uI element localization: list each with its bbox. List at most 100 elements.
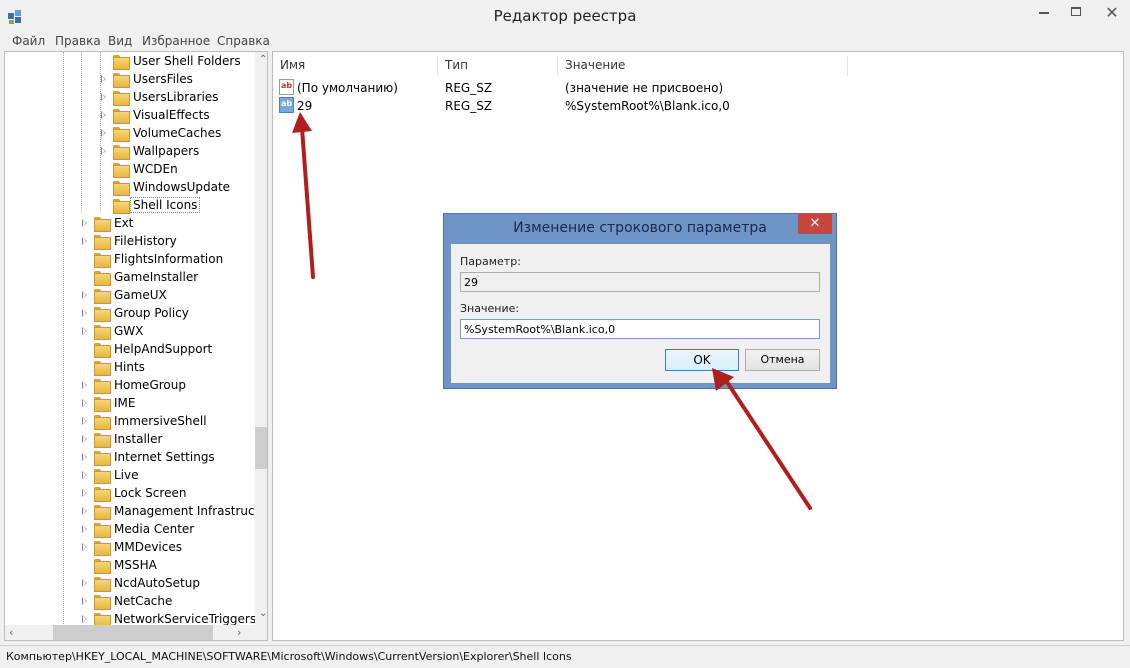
folder-icon [94, 433, 111, 448]
tree-item[interactable]: ImmersiveShell [5, 413, 253, 431]
column-header-name[interactable]: Имя [273, 56, 438, 76]
tree-horizontal-scrollbar[interactable]: ‹ › [5, 625, 255, 640]
dialog-body: Параметр: 29 Значение: %SystemRoot%\Blan… [451, 244, 830, 383]
menu-edit[interactable]: Правка [55, 34, 101, 48]
tree-item[interactable]: FileHistory [5, 233, 253, 251]
tree-item-label: UsersFiles [133, 72, 193, 86]
tree-item[interactable]: FlightsInformation [5, 251, 253, 269]
menu-help[interactable]: Справка [217, 34, 270, 48]
tree-item[interactable]: Shell Icons [5, 197, 253, 215]
maximize-icon [1071, 7, 1081, 16]
scroll-up-icon[interactable]: ⌃ [259, 54, 267, 65]
tree-item-label: GameInstaller [114, 270, 199, 284]
tree-item-label: IME [114, 396, 136, 410]
tree-item[interactable]: Hints [5, 359, 253, 377]
expand-arrow-icon[interactable] [81, 542, 89, 552]
folder-icon [94, 343, 111, 358]
tree-item[interactable]: IME [5, 395, 253, 413]
expand-arrow-icon[interactable] [81, 452, 89, 462]
cancel-button[interactable]: Отмена [745, 349, 820, 371]
tree-item[interactable]: User Shell Folders [5, 53, 253, 71]
scroll-left-icon[interactable]: ‹ [9, 626, 13, 639]
tree-item[interactable]: HomeGroup [5, 377, 253, 395]
tree-item[interactable]: Media Center [5, 521, 253, 539]
tree-item[interactable]: UsersFiles [5, 71, 253, 89]
close-icon: ✕ [809, 216, 821, 231]
minimize-button[interactable] [1030, 0, 1058, 24]
tree-item[interactable]: Internet Settings [5, 449, 253, 467]
dialog-title: Изменение строкового параметра [513, 220, 767, 236]
param-label: Параметр: [460, 255, 521, 268]
tree-vscroll-thumb[interactable] [255, 427, 267, 469]
value-type: REG_SZ [445, 81, 493, 95]
tree-item-label: Hints [114, 360, 145, 374]
tree-item[interactable]: Lock Screen [5, 485, 253, 503]
tree-item[interactable]: UsersLibraries [5, 89, 253, 107]
expand-arrow-icon[interactable] [100, 110, 108, 120]
tree-item[interactable]: GameInstaller [5, 269, 253, 287]
expand-arrow-icon[interactable] [81, 614, 89, 624]
expand-arrow-icon[interactable] [100, 146, 108, 156]
expand-arrow-icon[interactable] [81, 398, 89, 408]
tree-item[interactable]: Management Infrastructu [5, 503, 267, 521]
value-input[interactable]: %SystemRoot%\Blank.ico,0 [460, 319, 820, 339]
expand-arrow-icon[interactable] [100, 92, 108, 102]
menu-view[interactable]: Вид [108, 34, 132, 48]
folder-icon [94, 577, 111, 592]
expand-arrow-icon[interactable] [81, 434, 89, 444]
expand-arrow-icon[interactable] [81, 416, 89, 426]
tree-item[interactable]: Wallpapers [5, 143, 253, 161]
menu-favorites[interactable]: Избранное [142, 34, 210, 48]
expand-arrow-icon[interactable] [81, 524, 89, 534]
expand-arrow-icon[interactable] [81, 218, 89, 228]
menu-file[interactable]: Файл [12, 34, 45, 48]
tree-item[interactable]: MMDevices [5, 539, 253, 557]
expand-arrow-icon[interactable] [81, 326, 89, 336]
tree-item[interactable]: Live [5, 467, 253, 485]
column-header-value[interactable]: Значение [558, 56, 848, 76]
tree-item[interactable]: NcdAutoSetup [5, 575, 253, 593]
tree-item[interactable]: HelpAndSupport [5, 341, 253, 359]
key-tree[interactable]: User Shell Folders UsersFiles UsersLibrari… [4, 51, 268, 641]
tree-item[interactable]: Installer [5, 431, 253, 449]
expand-arrow-icon[interactable] [81, 506, 89, 516]
tree-item[interactable]: NetCache [5, 593, 253, 611]
column-header-type[interactable]: Тип [438, 56, 558, 76]
tree-item-label: Lock Screen [114, 486, 187, 500]
scroll-right-icon[interactable]: › [237, 626, 241, 639]
tree-item[interactable]: Ext [5, 215, 253, 233]
expand-arrow-icon[interactable] [100, 74, 108, 84]
tree-item[interactable]: VolumeCaches [5, 125, 253, 143]
tree-hscroll-thumb[interactable] [53, 625, 213, 640]
tree-item[interactable]: MSSHA [5, 557, 253, 575]
tree-item[interactable]: VisualEffects [5, 107, 253, 125]
close-window-button[interactable]: ✕ [1094, 0, 1130, 24]
tree-item[interactable]: GameUX [5, 287, 253, 305]
expand-arrow-icon[interactable] [81, 236, 89, 246]
tree-item[interactable]: WCDEn [5, 161, 253, 179]
expand-arrow-icon[interactable] [81, 290, 89, 300]
expand-arrow-icon[interactable] [81, 596, 89, 606]
tree-item-label: VolumeCaches [133, 126, 222, 140]
list-item[interactable]: ab 29 REG_SZ %SystemRoot%\Blank.ico,0 [273, 97, 1123, 115]
expand-arrow-icon[interactable] [100, 128, 108, 138]
tree-item[interactable]: Group Policy [5, 305, 253, 323]
expand-arrow-icon[interactable] [81, 488, 89, 498]
maximize-button[interactable] [1062, 0, 1090, 24]
scroll-down-icon[interactable]: ⌄ [259, 608, 267, 619]
folder-icon [94, 379, 111, 394]
tree-item[interactable]: WindowsUpdate [5, 179, 253, 197]
tree-item[interactable]: GWX [5, 323, 253, 341]
expand-arrow-icon[interactable] [81, 380, 89, 390]
expand-arrow-icon[interactable] [81, 470, 89, 480]
list-item[interactable]: ab (По умолчанию) REG_SZ (значение не пр… [273, 79, 1123, 97]
expand-arrow-icon[interactable] [81, 308, 89, 318]
dialog-close-button[interactable]: ✕ [798, 214, 832, 234]
expand-arrow-icon[interactable] [81, 578, 89, 588]
tree-vertical-scrollbar[interactable]: ⌃ ⌄ [255, 52, 267, 625]
folder-icon [94, 559, 111, 574]
ok-button[interactable]: OK [665, 349, 739, 371]
value-data: %SystemRoot%\Blank.ico,0 [565, 99, 730, 113]
menu-bar: Файл Правка Вид Избранное Справка [0, 32, 1130, 50]
folder-icon [94, 505, 111, 520]
